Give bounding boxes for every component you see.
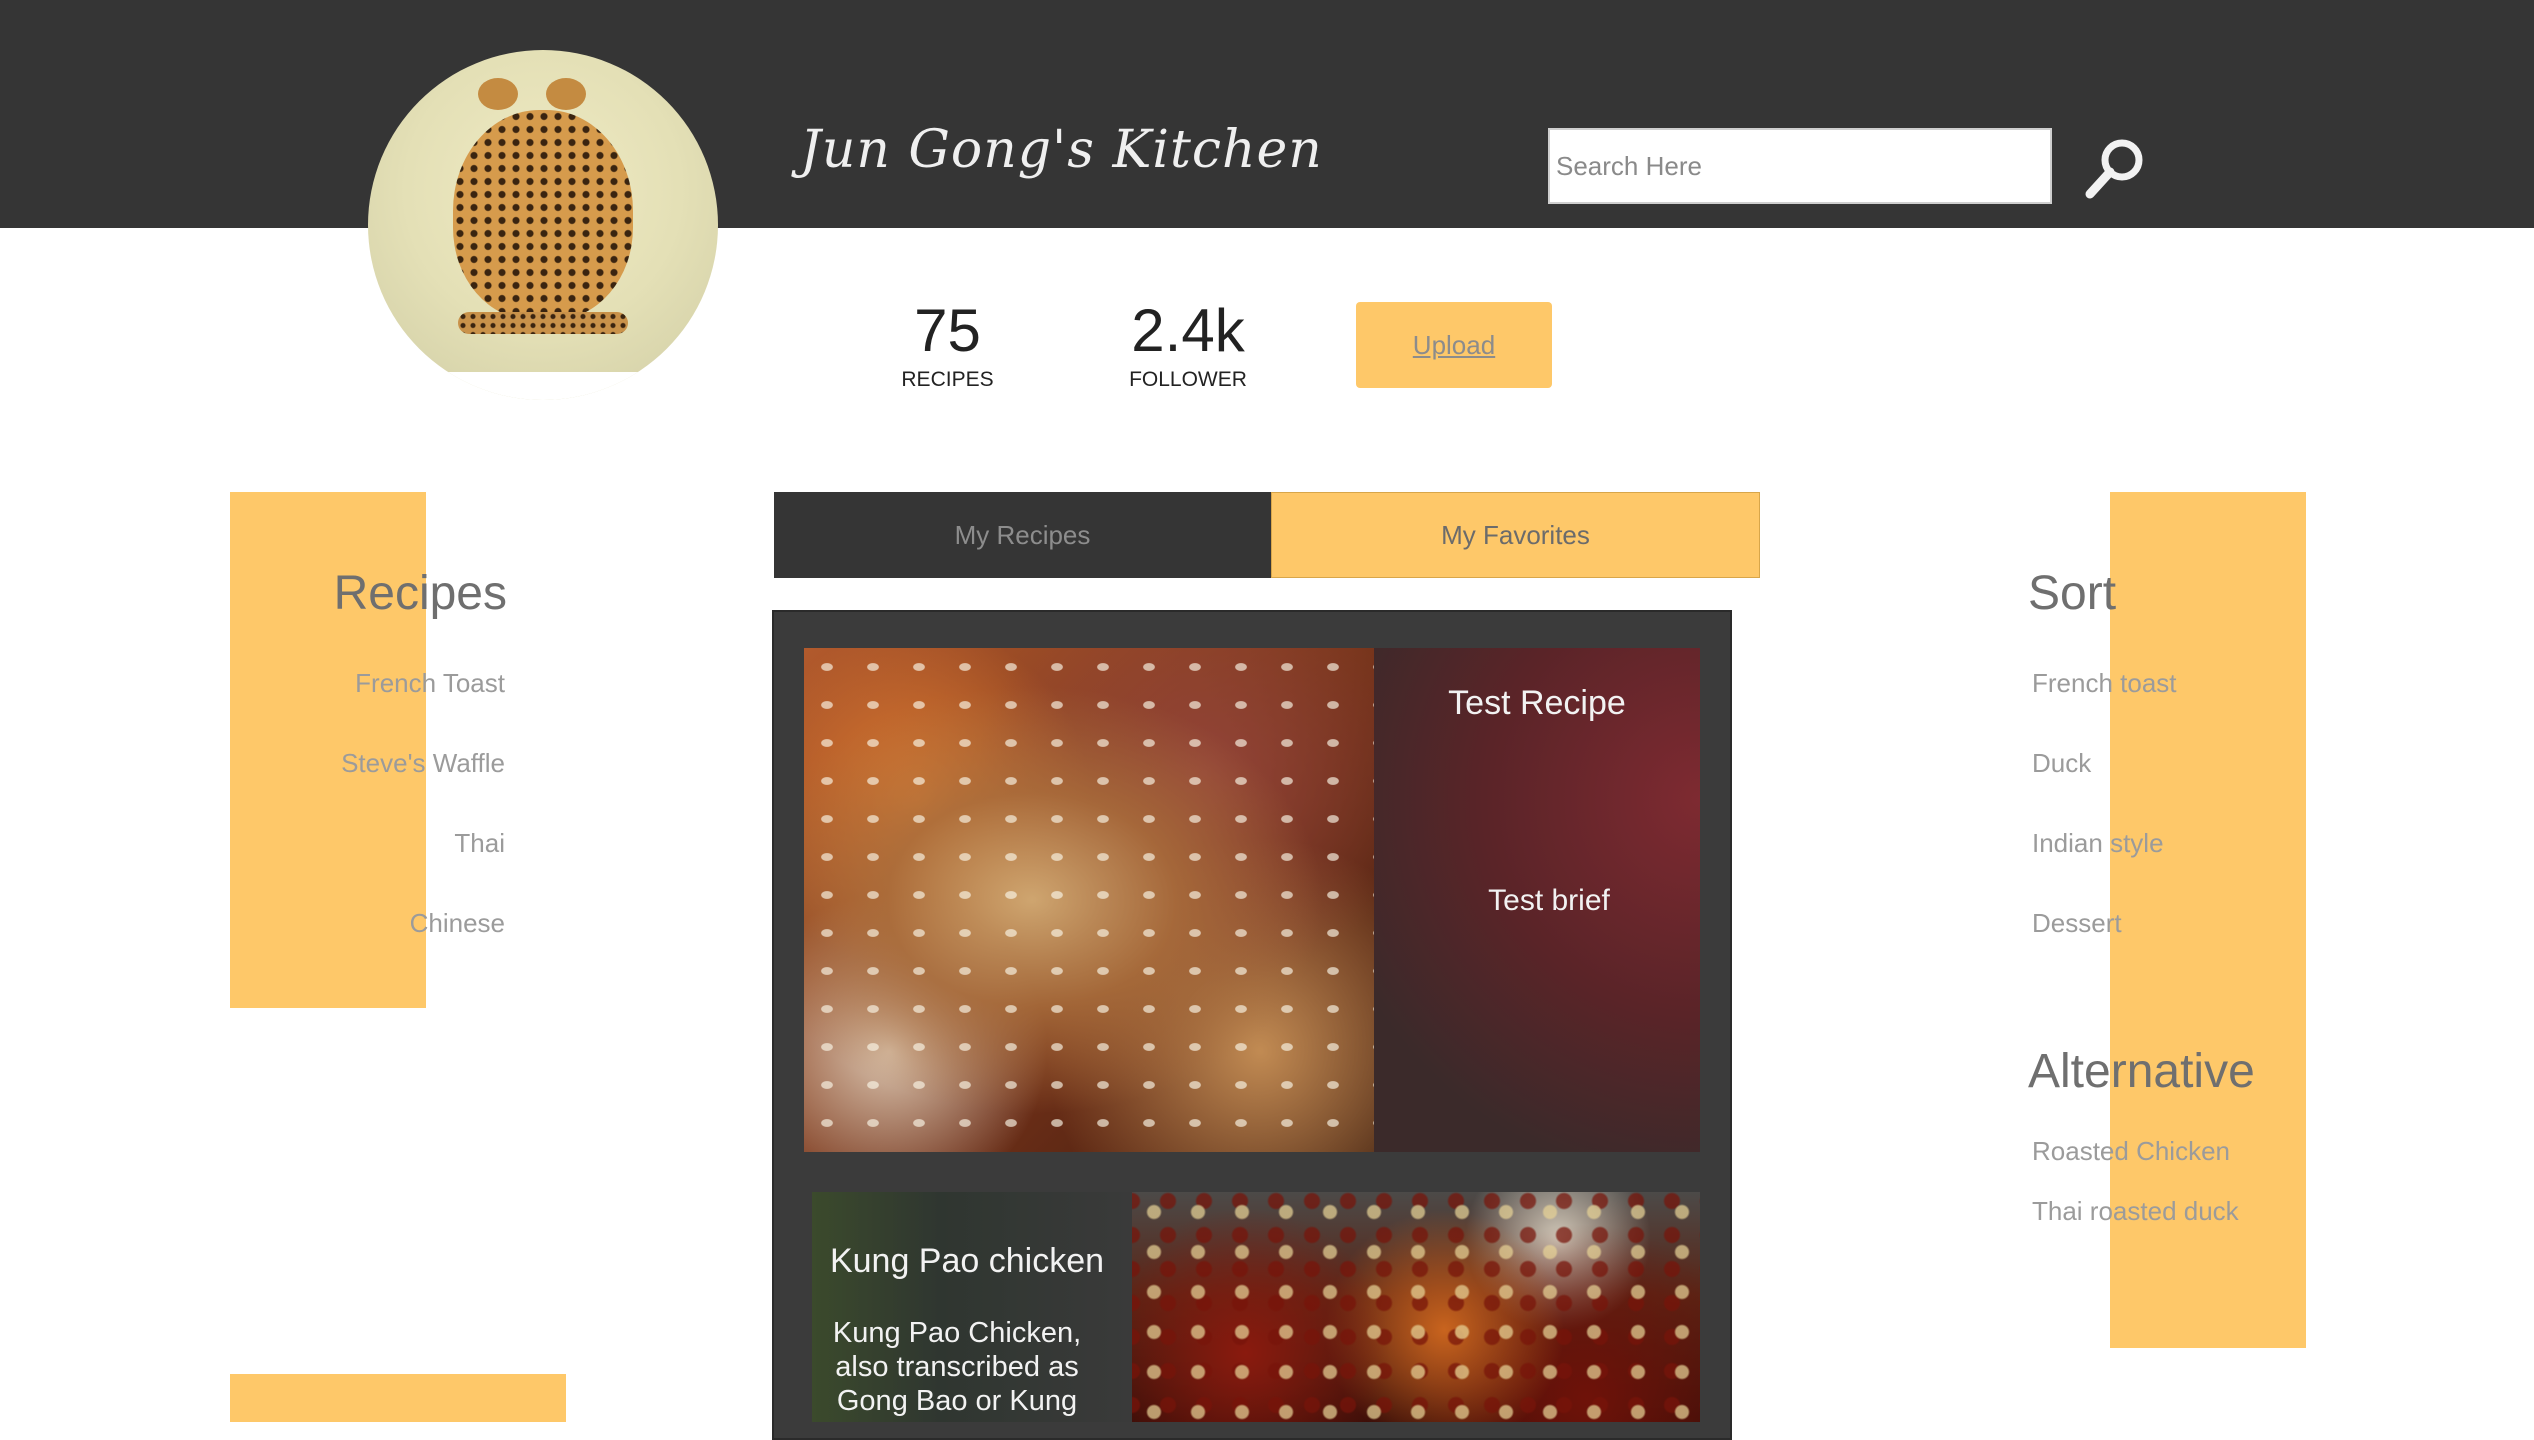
magnifier-icon: [2085, 139, 2143, 199]
avatar-ear-left: [478, 78, 518, 110]
recipes-stat: 75 RECIPES: [880, 298, 1015, 392]
recipes-count-label: RECIPES: [901, 368, 994, 391]
avatar-mask: [368, 372, 718, 400]
sort-item-french-toast[interactable]: French toast: [2032, 668, 2177, 699]
tab-my-recipes[interactable]: My Recipes: [774, 492, 1271, 578]
avatar-feet: [458, 312, 628, 334]
profile-avatar[interactable]: [368, 50, 718, 400]
recipes-count: 75: [914, 297, 981, 364]
follower-count: 2.4k: [1131, 297, 1245, 364]
site-title: Jun Gong's Kitchen: [800, 120, 1323, 180]
cheetah-avatar-icon: [453, 110, 633, 320]
sidebar-item-chinese[interactable]: Chinese: [410, 908, 505, 939]
search-input[interactable]: [1548, 128, 2052, 204]
alt-item-thai-roasted-duck[interactable]: Thai roasted duck: [2032, 1196, 2239, 1227]
recipe-card[interactable]: Kung Pao chicken Kung Pao Chicken, also …: [812, 1192, 1700, 1422]
avatar-ear-right: [546, 78, 586, 110]
recipe-info: Test Recipe Test brief: [1374, 648, 1700, 1152]
sort-heading: Sort: [2028, 567, 2117, 620]
tab-my-favorites[interactable]: My Favorites: [1271, 492, 1760, 578]
left-bottom-accent: [230, 1374, 566, 1422]
alternative-heading: Alternative: [2028, 1045, 2255, 1098]
sidebar-item-french-toast[interactable]: French Toast: [355, 668, 505, 699]
upload-button[interactable]: Upload: [1356, 302, 1552, 388]
sidebar-item-steves-waffle[interactable]: Steve's Waffle: [341, 748, 505, 779]
search-button[interactable]: [2080, 134, 2150, 204]
sort-item-indian-style[interactable]: Indian style: [2032, 828, 2164, 859]
sidebar-item-thai[interactable]: Thai: [454, 828, 505, 859]
recipe-card[interactable]: Test Recipe Test brief: [804, 648, 1700, 1152]
recipes-heading: Recipes: [333, 567, 507, 620]
recipe-info: Kung Pao chicken Kung Pao Chicken, also …: [812, 1192, 1132, 1422]
sort-item-dessert[interactable]: Dessert: [2032, 908, 2122, 939]
recipe-brief: Kung Pao Chicken, also transcribed as Go…: [832, 1317, 1082, 1417]
alt-item-roasted-chicken[interactable]: Roasted Chicken: [2032, 1136, 2230, 1167]
sort-item-duck[interactable]: Duck: [2032, 748, 2091, 779]
recipe-title: Kung Pao chicken: [829, 1242, 1105, 1280]
recipe-tabs: My Recipes My Favorites: [774, 492, 1760, 578]
follower-stat: 2.4k FOLLOWER: [1113, 298, 1263, 392]
recipe-brief: Test brief: [1488, 884, 1610, 917]
recipe-title: Test Recipe: [1448, 684, 1626, 722]
recipe-photo: [1132, 1192, 1700, 1422]
follower-count-label: FOLLOWER: [1129, 368, 1247, 391]
recipe-photo: [804, 648, 1374, 1152]
